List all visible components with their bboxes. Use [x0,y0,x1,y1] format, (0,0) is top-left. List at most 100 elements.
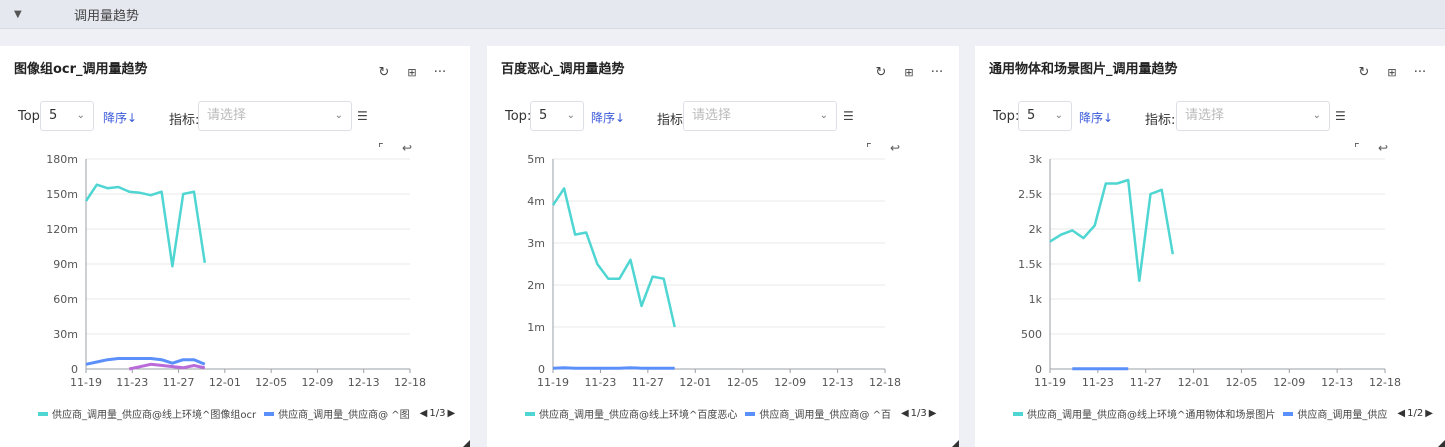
series-line-teal[interactable] [84,183,207,268]
refresh-icon[interactable]: ↻ [370,64,398,80]
sort-toggle[interactable]: 降序↓ [103,109,137,126]
y-tick-label: 500 [1021,328,1042,341]
x-tick-label: 11-23 [584,376,616,389]
metric-select[interactable]: 请选择 ⌄ [198,101,352,131]
legend-label: 供应商_调用量_供应商@线上环境^通用物体和场景图片 [1027,410,1276,421]
x-tick-label: 12-09 [301,376,333,389]
x-tick-label: 12-18 [394,376,426,389]
trend-chart[interactable]: 0 30m 60m 90m 120m 150m 180m 11-19 11-23 11-27 12-… [0,146,470,396]
refresh-icon[interactable]: ↻ [867,64,895,80]
fullscreen-icon[interactable]: ⊞ [1378,64,1406,80]
y-tick-label: 3m [527,237,545,250]
sort-label: 降序 [1079,111,1104,125]
chart-legend: 供应商_调用量_供应商@线上环境^百度恶心 供应商_调用量_供应商@ ^百 ◀ 1/3… [525,406,936,421]
chevron-down-icon: ⌄ [334,110,343,121]
x-tick-label: 12-01 [209,376,241,389]
legend-swatch [1283,411,1294,416]
legend-prev-icon[interactable]: ◀ [901,408,909,419]
metric-placeholder: 请选择 [1185,108,1225,123]
fullscreen-icon[interactable]: ⊞ [398,64,426,80]
legend-swatch [525,411,535,416]
filter-row: Top: 5 ⌄ 降序↓ 指标: 请选择 ⌄ ☰ [487,101,959,133]
resize-handle-icon[interactable] [463,440,470,447]
legend-swatch [745,411,756,416]
top-select[interactable]: 5 ⌄ [40,101,94,131]
x-tick-label: 12-01 [679,376,711,389]
top-select-value: 5 [539,108,548,123]
filter-row: Top: 5 ⌄ 降序↓ 指标: 请选择 ⌄ ☰ [0,101,470,133]
legend-next-icon[interactable]: ▶ [1425,408,1433,419]
sort-toggle[interactable]: 降序↓ [1079,109,1113,126]
trend-chart[interactable]: 0 1m 2m 3m 4m 5m 11-19 11-23 11-27 12-01 12-05 12-0… [487,146,959,396]
series-line-blue[interactable] [552,366,675,370]
more-icon[interactable]: ··· [923,64,951,80]
legend-page: 1/3 [910,408,927,419]
chart-legend: 供应商_调用量_供应商@线上环境^图像组ocr 供应商_调用量_供应商@ ^图 ◀ 1… [38,406,455,421]
panel-title: 百度恶心_调用量趋势 [501,62,625,77]
refresh-icon[interactable]: ↻ [1350,64,1378,80]
legend-label: 供应商_调用量_供应商@ ^百 [759,410,891,421]
legend-label: 供应商_调用量_供应商@线上环境^百度恶心 [539,410,738,421]
resize-handle-icon[interactable] [1438,440,1445,447]
section-header[interactable]: ▼ 调用量趋势 [0,0,1445,29]
legend-next-icon[interactable]: ▶ [929,408,937,419]
metric-select[interactable]: 请选择 ⌄ [1176,101,1330,131]
legend-label: 供应商_调用量_供应商@线上环境^图像组ocr [52,410,257,421]
x-tick-label: 12-13 [1321,376,1353,389]
filter-row: Top: 5 ⌄ 降序↓ 指标: 请选择 ⌄ ☰ [975,101,1445,133]
x-tick-label: 11-27 [163,376,195,389]
legend-page: 1/2 [1407,408,1424,419]
panel-title: 通用物体和场景图片_调用量趋势 [989,62,1178,77]
top-select[interactable]: 5 ⌄ [530,101,584,131]
metric-select[interactable]: 请选择 ⌄ [683,101,837,131]
fullscreen-icon[interactable]: ⊞ [895,64,923,80]
legend-item[interactable]: 供应商_调用量_供应商@ ^图 [264,406,410,421]
series-line-teal[interactable] [1049,178,1175,283]
x-tick-label: 11-27 [632,376,664,389]
series-line-purple[interactable] [128,362,206,371]
metric-label: 指标: [169,113,200,128]
filter-search-icon[interactable]: ☰ [1335,109,1346,123]
y-tick-label: 1k [1029,293,1043,306]
legend-item[interactable]: 供应商_调用量_供应商@线上环境^百度恶心 [525,406,737,421]
sort-desc-icon: ↓ [1103,111,1114,125]
resize-handle-icon[interactable] [952,440,959,447]
legend-prev-icon[interactable]: ◀ [420,408,428,419]
legend-item[interactable]: 供应商_调用量_供应商@ ^百 [745,406,891,421]
y-tick-label: 2m [527,279,545,292]
chevron-down-icon: ⌄ [819,110,828,121]
legend-next-icon[interactable]: ▶ [447,408,455,419]
x-tick-label: 11-23 [1082,376,1114,389]
legend-item[interactable]: 供应商_调用量_供应 [1283,406,1387,421]
top-select[interactable]: 5 ⌄ [1018,101,1072,131]
y-tick-label: 0 [1035,363,1042,376]
filter-search-icon[interactable]: ☰ [357,109,368,123]
sort-toggle[interactable]: 降序↓ [591,109,625,126]
x-tick-label: 12-05 [727,376,759,389]
x-tick-label: 12-18 [869,376,901,389]
legend-item[interactable]: 供应商_调用量_供应商@线上环境^通用物体和场景图片 [1013,406,1275,421]
top-select-value: 5 [49,108,58,123]
sort-label: 降序 [103,111,128,125]
y-tick-label: 180m [46,153,78,166]
y-tick-label: 30m [53,328,78,341]
series-line-teal[interactable] [551,187,676,328]
chart-panel: 百度恶心_调用量趋势 ↻ ⊞ ··· Top: 5 ⌄ 降序↓ 指标: 请选择 ⌄ ☰ ⌜ ↩ 0 1m 2m 3… [487,46,959,447]
legend-item[interactable]: 供应商_调用量_供应商@线上环境^图像组ocr [38,406,256,421]
panel-title: 图像组ocr_调用量趋势 [14,62,148,77]
series-line-blue[interactable] [85,357,206,366]
legend-prev-icon[interactable]: ◀ [1397,408,1405,419]
x-tick-label: 12-13 [822,376,854,389]
section-title: 调用量趋势 [74,8,140,24]
x-tick-label: 12-09 [1273,376,1305,389]
trend-chart[interactable]: 0 500 1k 1.5k 2k 2.5k 3k 11-19 11-23 11-27 12-01 12… [975,146,1445,396]
filter-search-icon[interactable]: ☰ [843,109,854,123]
metric-placeholder: 请选择 [692,108,732,123]
chevron-down-icon: ⌄ [566,110,575,121]
more-icon[interactable]: ··· [1406,64,1434,80]
top-label: Top: [505,109,532,124]
chevron-down-icon: ⌄ [1312,110,1321,121]
collapse-caret-icon[interactable]: ▼ [14,9,26,20]
chevron-down-icon: ⌄ [76,110,85,121]
more-icon[interactable]: ··· [426,64,454,80]
